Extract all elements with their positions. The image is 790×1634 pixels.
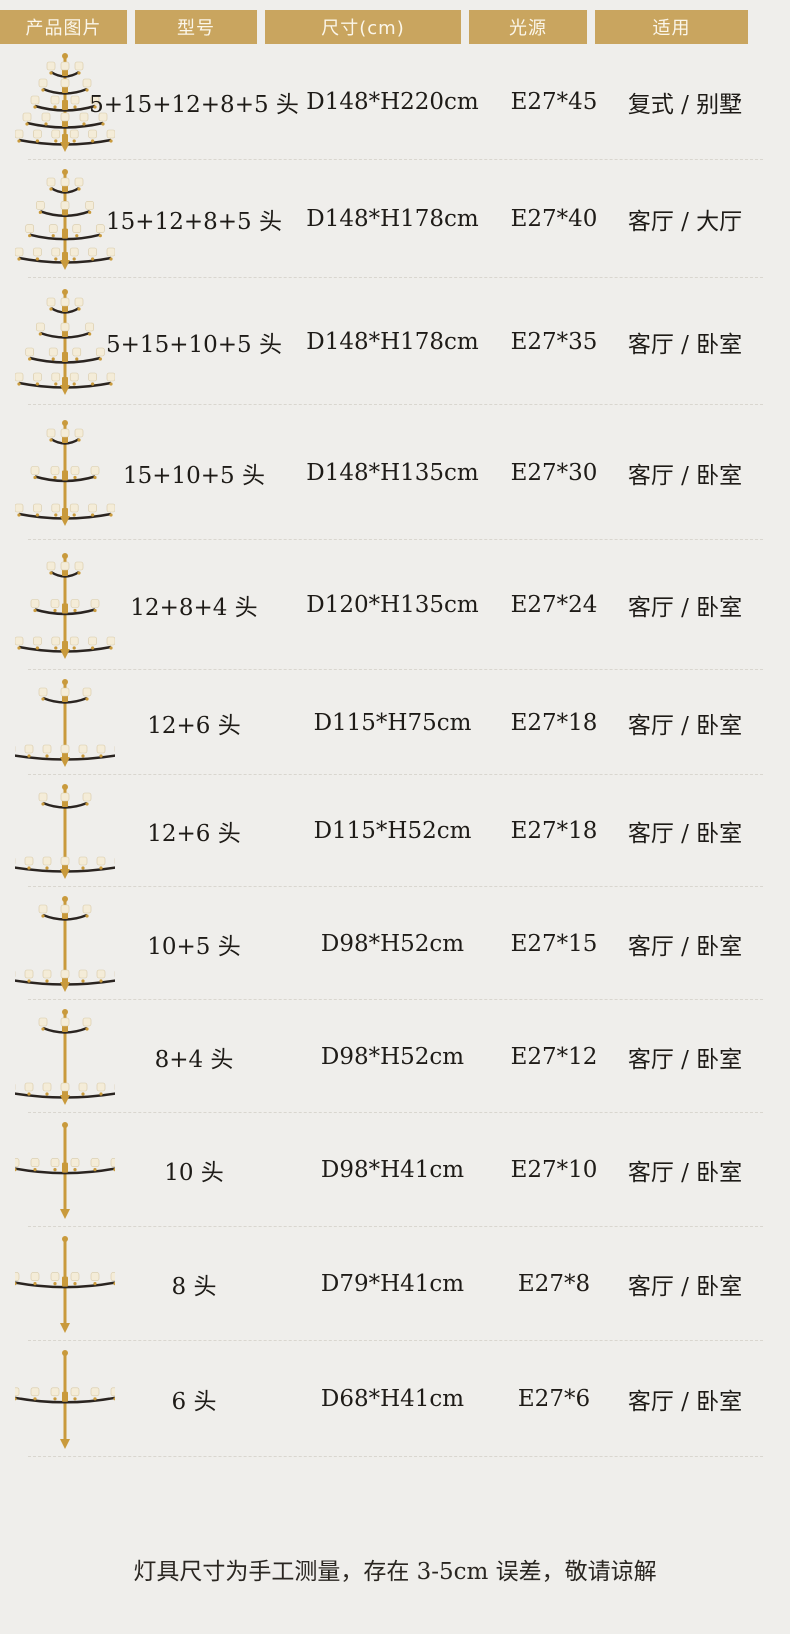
cell-model: 5+15+12+8+5 头 — [89, 92, 299, 118]
chandelier-image — [15, 169, 115, 270]
product-image — [15, 540, 115, 670]
cell-model: 15+10+5 头 — [122, 462, 266, 489]
cell-size: D148*H178cm — [306, 328, 479, 355]
header-light: 光源 — [469, 10, 587, 44]
header-model: 型号 — [135, 10, 257, 44]
chandelier-image — [15, 1122, 115, 1219]
row-divider — [28, 1456, 763, 1457]
cell-light: E27*40 — [510, 206, 598, 232]
cell-model: 10 头 — [164, 1160, 224, 1186]
product-image — [15, 1000, 115, 1113]
cell-model: 5+15+10+5 头 — [106, 331, 282, 358]
cell-size: D120*H135cm — [306, 592, 479, 618]
cell-use: 客厅 / 卧室 — [627, 821, 743, 847]
product-image — [15, 775, 115, 887]
cell-use: 客厅 / 卧室 — [627, 712, 743, 739]
cell-use: 客厅 / 卧室 — [627, 462, 743, 489]
cell-model: 8+4 头 — [154, 1046, 234, 1073]
chandelier-image — [15, 784, 115, 879]
cell-use: 客厅 / 卧室 — [627, 1389, 743, 1415]
product-image — [15, 887, 115, 1000]
cell-size: D115*H75cm — [313, 709, 472, 736]
table-row: 12+6 头 D115*H52cm E27*18 客厅 / 卧室 — [0, 775, 790, 887]
chandelier-image — [15, 289, 115, 395]
cell-size: D98*H52cm — [320, 1043, 465, 1070]
cell-use: 客厅 / 大厅 — [627, 209, 743, 235]
table-row: 12+8+4 头 D120*H135cm E27*24 客厅 / 卧室 — [0, 540, 790, 670]
cell-light: E27*35 — [510, 328, 598, 355]
table-row: 5+15+10+5 头 D148*H178cm E27*35 客厅 / 卧室 — [0, 278, 790, 405]
chandelier-image — [15, 1236, 115, 1333]
footer-note: 灯具尺寸为手工测量，存在 3-5cm 误差，敬请谅解 — [133, 1559, 657, 1585]
cell-size: D79*H41cm — [320, 1271, 465, 1297]
chandelier-image — [15, 896, 115, 992]
cell-model: 10+5 头 — [147, 933, 241, 960]
cell-light: E27*18 — [510, 709, 598, 736]
cell-size: D148*H178cm — [306, 206, 479, 232]
cell-use: 复式 / 别墅 — [627, 92, 743, 118]
cell-light: E27*45 — [510, 89, 598, 115]
table-row: 10+5 头 D98*H52cm E27*15 客厅 / 卧室 — [0, 887, 790, 1000]
product-image — [15, 1341, 115, 1457]
table-row: 12+6 头 D115*H75cm E27*18 客厅 / 卧室 — [0, 670, 790, 775]
cell-model: 6 头 — [171, 1389, 217, 1415]
table-header: 产品图片 型号 尺寸(cm) 光源 适用 — [0, 10, 790, 44]
chandelier-image — [15, 679, 115, 767]
cell-use: 客厅 / 卧室 — [627, 331, 743, 358]
chandelier-image — [15, 552, 115, 659]
header-image: 产品图片 — [0, 10, 127, 44]
product-image — [15, 278, 115, 405]
cell-size: D115*H52cm — [313, 818, 472, 844]
cell-size: D98*H52cm — [320, 930, 465, 957]
cell-model: 12+8+4 头 — [130, 595, 258, 621]
cell-light: E27*8 — [517, 1271, 591, 1297]
table-row: 8 头 D79*H41cm E27*8 客厅 / 卧室 — [0, 1227, 790, 1341]
cell-size: D148*H135cm — [306, 459, 479, 486]
cell-size: D148*H220cm — [306, 89, 479, 115]
product-image — [15, 405, 115, 540]
cell-model: 12+6 头 — [147, 712, 241, 739]
cell-use: 客厅 / 卧室 — [627, 1274, 743, 1300]
chandelier-image — [15, 1009, 115, 1105]
table-row: 6 头 D68*H41cm E27*6 客厅 / 卧室 — [0, 1341, 790, 1457]
cell-use: 客厅 / 卧室 — [627, 1160, 743, 1186]
product-image — [15, 160, 115, 278]
table-row: 15+10+5 头 D148*H135cm E27*30 客厅 / 卧室 — [0, 405, 790, 540]
product-image — [15, 670, 115, 775]
cell-light: E27*30 — [510, 459, 598, 486]
cell-light: E27*15 — [510, 930, 598, 957]
chandelier-image — [15, 1350, 115, 1449]
cell-light: E27*10 — [510, 1157, 598, 1183]
cell-light: E27*12 — [510, 1043, 598, 1070]
cell-use: 客厅 / 卧室 — [627, 1046, 743, 1073]
header-usage: 适用 — [595, 10, 748, 44]
chandelier-image — [15, 420, 115, 526]
cell-use: 客厅 / 卧室 — [627, 933, 743, 960]
table-row: 10 头 D98*H41cm E27*10 客厅 / 卧室 — [0, 1113, 790, 1227]
cell-light: E27*24 — [510, 592, 598, 618]
table-row: 15+12+8+5 头 D148*H178cm E27*40 客厅 / 大厅 — [0, 160, 790, 278]
cell-model: 8 头 — [171, 1274, 217, 1300]
cell-light: E27*18 — [510, 818, 598, 844]
cell-model: 15+12+8+5 头 — [106, 209, 282, 235]
product-image — [15, 1227, 115, 1341]
cell-size: D68*H41cm — [320, 1386, 465, 1412]
cell-use: 客厅 / 卧室 — [627, 595, 743, 621]
cell-size: D98*H41cm — [320, 1157, 465, 1183]
table-row: 5+15+12+8+5 头 D148*H220cm E27*45 复式 / 别墅 — [0, 44, 790, 160]
cell-model: 12+6 头 — [147, 821, 241, 847]
product-image — [15, 1113, 115, 1227]
cell-light: E27*6 — [517, 1386, 591, 1412]
table-row: 8+4 头 D98*H52cm E27*12 客厅 / 卧室 — [0, 1000, 790, 1113]
header-size: 尺寸(cm) — [265, 10, 461, 44]
